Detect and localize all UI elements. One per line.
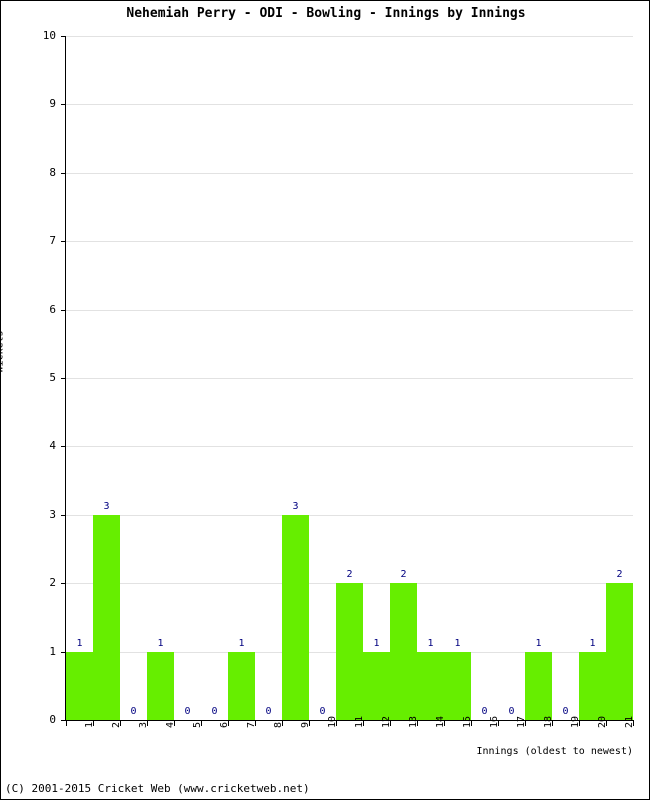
bar-value-label: 2 — [616, 569, 623, 581]
x-axis-tick — [66, 721, 67, 726]
x-axis-tick-label: 11 — [353, 715, 365, 728]
plot-area: 130100103021211001012 — [61, 36, 633, 721]
bar-value-label: 0 — [130, 706, 137, 717]
x-axis-tick-label: 12 — [380, 715, 392, 728]
bar — [93, 514, 120, 720]
gridline — [66, 514, 633, 516]
x-axis-tick-label: 5 — [191, 721, 203, 728]
x-axis-tick-label: 2 — [110, 721, 122, 728]
gridline — [66, 172, 633, 174]
y-axis-tick — [61, 378, 66, 379]
y-axis-tick-label: 1 — [49, 644, 56, 658]
y-axis-tick — [61, 514, 66, 516]
bar-value-label: 2 — [400, 569, 407, 581]
x-axis-tick-label: 3 — [137, 721, 149, 728]
y-axis-tick — [61, 241, 66, 243]
x-axis-title: Innings (oldest to newest) — [476, 746, 633, 757]
bar-value-label: 0 — [211, 706, 218, 717]
y-axis-tick — [61, 446, 66, 448]
bowling-innings-chart: Nehemiah Perry - ODI - Bowling - Innings… — [0, 0, 650, 800]
gridline — [66, 378, 633, 379]
y-axis-tick — [61, 172, 66, 174]
x-axis-tick-label: 6 — [218, 721, 230, 728]
y-axis-tick-label: 8 — [49, 165, 56, 179]
x-axis-tick-label: 16 — [488, 715, 500, 728]
bar — [417, 651, 444, 720]
bar — [606, 583, 633, 720]
y-axis-tick-label: 9 — [49, 97, 56, 111]
y-axis-tick-label: 2 — [49, 576, 56, 590]
gridline — [66, 309, 633, 311]
bar — [444, 651, 471, 720]
x-axis-tick-label: 1 — [83, 721, 95, 728]
x-axis-tick-label: 7 — [245, 721, 257, 728]
bar-value-label: 1 — [238, 637, 245, 649]
y-axis-tick-label: 5 — [49, 371, 56, 384]
x-axis-tick-label: 10 — [326, 715, 338, 728]
bar-value-label: 1 — [157, 637, 164, 649]
y-axis-tick — [61, 583, 66, 585]
y-axis-tick-label: 3 — [49, 507, 56, 521]
x-axis-tick-label: 9 — [299, 721, 311, 728]
bar-value-label: 3 — [103, 500, 110, 512]
bar-value-label: 3 — [292, 500, 299, 512]
bar — [525, 651, 552, 720]
bar — [336, 583, 363, 720]
gridline — [66, 241, 633, 243]
y-axis-tick-label: 7 — [49, 234, 56, 248]
bar-value-label: 1 — [454, 637, 461, 649]
gridline — [66, 446, 633, 448]
y-axis-tick-labels: 0 1 2 3 4 5 6 7 8 9 10 — [10, 30, 56, 725]
x-axis-tick-label: 21 — [623, 715, 635, 728]
bar — [579, 651, 606, 720]
y-axis-tick — [61, 309, 66, 311]
bar-value-label: 0 — [265, 706, 272, 717]
bar-value-label: 1 — [427, 637, 434, 649]
bar — [390, 583, 417, 720]
gridline — [66, 104, 633, 106]
y-axis-tick-label: 6 — [49, 302, 56, 316]
x-axis-tick-label: 20 — [596, 715, 608, 728]
x-axis-tick-label: 18 — [542, 715, 554, 728]
page-title: Nehemiah Perry - ODI - Bowling - Innings… — [126, 6, 526, 21]
x-axis-tick-label: 4 — [164, 721, 176, 728]
x-axis-tick-label: 13 — [407, 715, 419, 728]
bar-value-label: 1 — [373, 637, 380, 649]
bar — [228, 651, 255, 720]
bar — [282, 514, 309, 720]
x-axis-tick-label: 19 — [569, 715, 581, 728]
y-axis-tick — [61, 36, 66, 37]
bar — [363, 651, 390, 720]
footer-copyright: (C) 2001-2015 Cricket Web (www.cricketwe… — [5, 782, 310, 795]
bar — [147, 651, 174, 720]
y-axis-tick-label: 4 — [49, 439, 56, 453]
bar — [66, 651, 93, 720]
x-axis-tick-label: 15 — [461, 715, 473, 728]
y-axis-tick-label: 10 — [42, 29, 56, 42]
x-axis-tick-label: 8 — [272, 721, 284, 728]
y-axis-tick-label: 0 — [49, 713, 56, 726]
bar-value-label: 1 — [535, 637, 542, 649]
x-axis-tick-label: 17 — [515, 715, 527, 728]
x-axis-tick-label: 14 — [434, 715, 446, 728]
y-axis-tick — [61, 104, 66, 106]
bar-value-label: 2 — [346, 569, 353, 581]
bar-value-label: 1 — [76, 637, 83, 649]
bar-value-label: 0 — [184, 706, 191, 717]
bar-value-label: 1 — [589, 637, 596, 649]
gridline — [66, 36, 633, 37]
y-axis-title: Wickets — [0, 330, 6, 373]
